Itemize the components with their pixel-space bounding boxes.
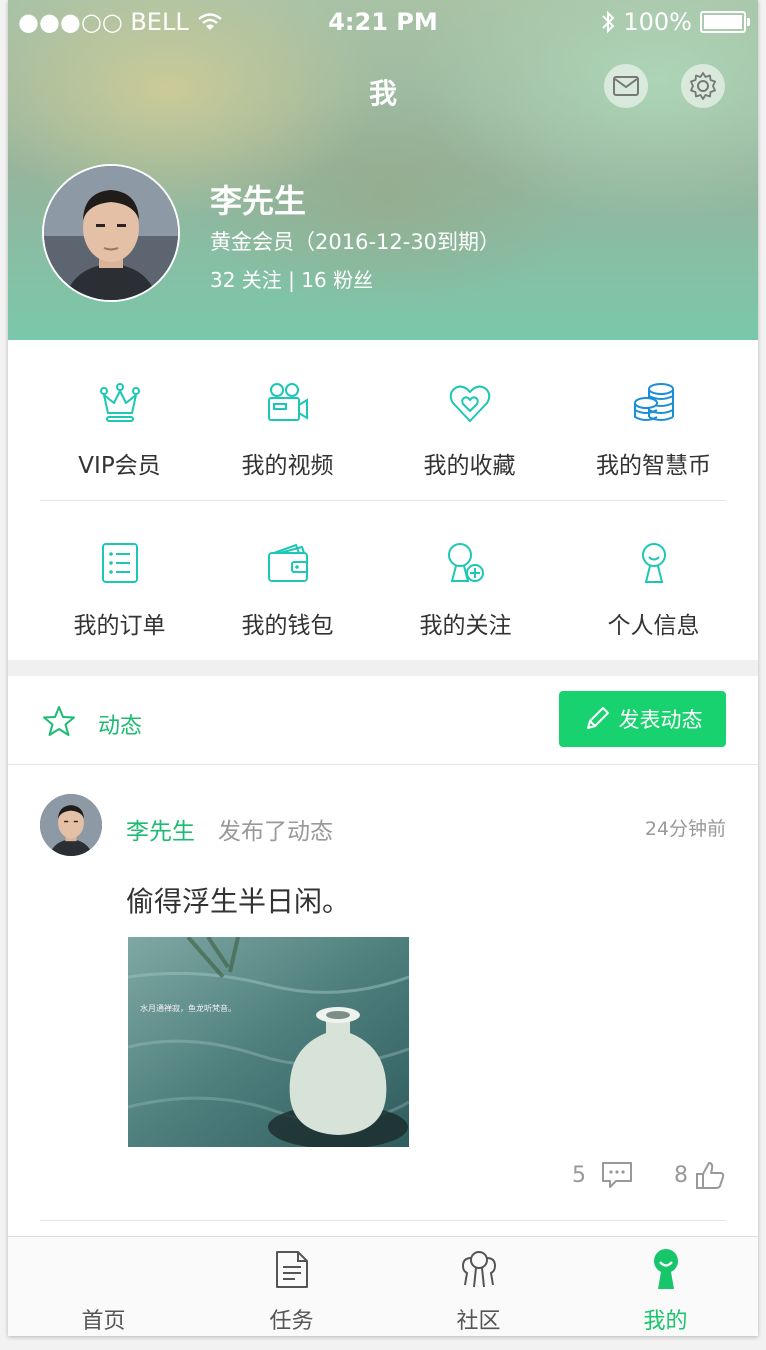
tab-me[interactable]: 我的 — [572, 1237, 758, 1336]
membership-status: 黄金会员（2016-12-30到期） — [210, 230, 501, 254]
document-icon — [275, 1251, 308, 1288]
tab-home[interactable]: 首页 — [10, 1237, 197, 1336]
tab-label: 我的 — [643, 1309, 688, 1334]
battery-percent: 100% — [623, 8, 692, 36]
user-name: 李先生 — [210, 182, 307, 220]
menu-label: 我的收藏 — [423, 453, 516, 479]
menu-row-2: 我的订单 我的钱包 我的关注 个人信息 — [8, 500, 758, 660]
tab-label: 任务 — [269, 1309, 314, 1334]
profile-header: ●●●○○ BELL 4:21 PM 100% 我 李先生 黄金会员（2016-… — [8, 0, 758, 340]
mail-icon — [613, 76, 639, 96]
menu-label: 我的关注 — [419, 613, 512, 639]
heart-icon — [449, 385, 490, 422]
messages-button[interactable] — [604, 64, 648, 108]
person-icon — [641, 543, 666, 583]
video-camera-icon — [267, 383, 308, 421]
menu-row-1: VIP会员 我的视频 我的收藏 我的智慧币 — [8, 340, 758, 500]
tab-tasks[interactable]: 任务 — [198, 1237, 385, 1336]
tab-bar: 首页 任务 社区 我的 — [8, 1236, 758, 1336]
thumbs-up-icon[interactable] — [694, 1160, 726, 1190]
avatar[interactable] — [42, 164, 180, 302]
menu-item-favorites[interactable]: 我的收藏 — [376, 340, 563, 480]
new-post-button[interactable]: 发表动态 — [559, 691, 726, 747]
post-author-avatar[interactable] — [40, 794, 102, 856]
feed-header: 动态 发表动态 — [8, 676, 758, 765]
tab-label: 首页 — [81, 1309, 126, 1334]
menu-label: 个人信息 — [607, 613, 700, 639]
menu-item-wallet[interactable]: 我的钱包 — [194, 500, 381, 640]
gear-icon — [690, 72, 716, 100]
menu-label: 我的订单 — [73, 613, 166, 639]
post-author-name[interactable]: 李先生 — [126, 812, 195, 846]
menu-item-coins[interactable]: 我的智慧币 — [560, 340, 747, 480]
crown-icon — [99, 383, 140, 422]
coins-icon — [633, 383, 674, 421]
menu-label: 我的钱包 — [241, 613, 334, 639]
menu-item-following[interactable]: 我的关注 — [372, 500, 559, 640]
post-text: 偷得浮生半日闲。 — [126, 885, 351, 918]
pencil-icon — [586, 707, 609, 729]
wallet-icon — [267, 543, 308, 582]
menu-divider — [40, 500, 726, 501]
menu-label: VIP会员 — [78, 453, 161, 479]
post-action-text: 发布了动态 — [218, 819, 333, 845]
status-bar: ●●●○○ BELL 4:21 PM 100% — [8, 0, 758, 46]
comment-icon[interactable] — [600, 1160, 634, 1190]
menu-item-video[interactable]: 我的视频 — [194, 340, 381, 480]
tab-label: 社区 — [456, 1309, 501, 1334]
section-gap — [8, 660, 758, 676]
add-user-icon — [447, 543, 484, 582]
post-image[interactable]: 水月通禅寂，鱼龙听梵音。 — [128, 937, 409, 1147]
list-icon — [101, 543, 138, 583]
star-icon — [43, 706, 75, 736]
post-timestamp: 24分钟前 — [644, 818, 726, 840]
follow-stats[interactable]: 32 关注 | 16 粉丝 — [210, 264, 373, 293]
bluetooth-icon — [602, 10, 615, 34]
new-post-label: 发表动态 — [618, 708, 703, 732]
menu-label: 我的智慧币 — [596, 453, 711, 479]
phone-screen: ●●●○○ BELL 4:21 PM 100% 我 李先生 黄金会员（2016-… — [8, 0, 758, 1336]
settings-button[interactable] — [681, 64, 725, 108]
like-count: 8 — [674, 1162, 688, 1188]
me-icon — [653, 1249, 678, 1289]
feed-section-label: 动态 — [98, 714, 143, 739]
menu-item-orders[interactable]: 我的订单 — [26, 500, 213, 640]
status-right: 100% — [601, 8, 750, 36]
community-icon — [461, 1251, 496, 1288]
menu-item-vip[interactable]: VIP会员 — [26, 340, 213, 480]
tab-community[interactable]: 社区 — [385, 1237, 572, 1336]
comment-count: 5 — [572, 1162, 586, 1188]
battery-icon — [700, 11, 750, 33]
post-divider — [40, 1220, 726, 1221]
menu-label: 我的视频 — [241, 453, 334, 479]
menu-item-profile[interactable]: 个人信息 — [560, 500, 747, 640]
post-stats: 5 8 — [572, 1160, 726, 1190]
image-caption: 水月通禅寂，鱼龙听梵音。 — [140, 1003, 236, 1013]
